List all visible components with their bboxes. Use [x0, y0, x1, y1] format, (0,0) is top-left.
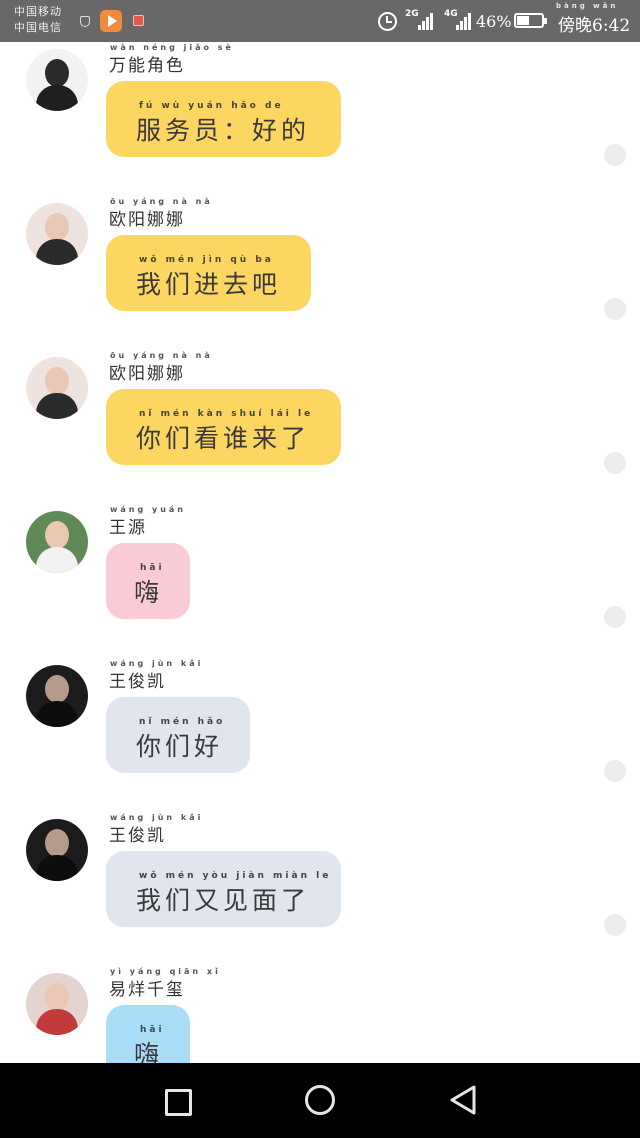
battery-icon	[514, 13, 547, 28]
message-bubble[interactable]: hāi 嗨	[106, 543, 190, 619]
carrier-labels: 中国移动 中国电信	[14, 4, 62, 36]
message-bubble[interactable]: nǐ mén hǎo 你们好	[106, 697, 250, 773]
sender-name: 王源	[109, 518, 147, 538]
app-notification-icon	[133, 15, 144, 26]
message-text: 服务员：好的	[136, 116, 311, 145]
message-text: 嗨	[134, 1040, 164, 1063]
message-pinyin: hāi	[140, 563, 165, 573]
message-text: 你们好	[136, 732, 224, 761]
sender-name: 万能角色	[109, 56, 185, 76]
message-text: 嗨	[134, 578, 164, 607]
sender-name: 王俊凯	[109, 826, 166, 846]
avatar[interactable]	[26, 665, 88, 727]
message-bubble[interactable]: nǐ mén kàn shuí lái le 你们看谁来了	[106, 389, 341, 465]
avatar[interactable]	[26, 203, 88, 265]
carrier-1-label: 中国移动	[14, 5, 62, 18]
recent-apps-icon[interactable]	[165, 1089, 192, 1116]
avatar[interactable]	[26, 973, 88, 1035]
carrier-2-label: 中国电信	[14, 21, 62, 34]
battery-percentage: 46%	[476, 12, 512, 31]
chat-message-list[interactable]: wàn néng jiǎo sè 万能角色 fú wù yuán hǎo de …	[0, 42, 640, 1063]
message-bubble[interactable]: wǒ mén yòu jiàn miàn le 我们又见面了	[106, 851, 341, 927]
sender-name: 欧阳娜娜	[109, 364, 185, 384]
sender-name: 欧阳娜娜	[109, 210, 185, 230]
message-text: 我们又见面了	[136, 886, 311, 915]
sender-name: 王俊凯	[109, 672, 166, 692]
message-pinyin: nǐ mén hǎo	[139, 717, 226, 727]
message-select-dot[interactable]	[604, 760, 626, 782]
message-select-dot[interactable]	[604, 452, 626, 474]
message-pinyin: nǐ mén kàn shuí lái le	[139, 409, 314, 419]
message-pinyin: wǒ mén jìn qù ba	[139, 255, 274, 265]
signal-strength-icon	[418, 12, 438, 30]
message-pinyin: fú wù yuán hǎo de	[139, 101, 284, 111]
clock-pinyin: bàng wǎn	[556, 2, 619, 10]
network-type-1: 2G	[405, 9, 419, 19]
message-bubble[interactable]: wǒ mén jìn qù ba 我们进去吧	[106, 235, 311, 311]
message-text: 你们看谁来了	[136, 424, 311, 453]
message-pinyin: wǒ mén yòu jiàn miàn le	[139, 871, 332, 881]
message-select-dot[interactable]	[604, 606, 626, 628]
sender-name: 易烊千玺	[109, 980, 185, 1000]
back-icon[interactable]	[448, 1084, 478, 1116]
signal-strength-icon	[456, 12, 476, 30]
navigation-bar	[0, 1063, 640, 1138]
clock-time: 傍晚6:42	[558, 16, 631, 36]
avatar[interactable]	[26, 511, 88, 573]
status-bar: 中国移动 中国电信 2G 4G 46% bàng wǎn 傍晚6:42	[0, 0, 640, 42]
message-pinyin: hāi	[140, 1025, 165, 1035]
video-app-notification-icon	[100, 10, 122, 32]
message-select-dot[interactable]	[604, 144, 626, 166]
message-bubble[interactable]: fú wù yuán hǎo de 服务员：好的	[106, 81, 341, 157]
shield-icon	[80, 16, 90, 27]
avatar[interactable]	[26, 819, 88, 881]
alarm-clock-icon	[378, 12, 397, 31]
avatar[interactable]	[26, 49, 88, 111]
message-bubble[interactable]: hāi 嗨	[106, 1005, 190, 1063]
avatar[interactable]	[26, 357, 88, 419]
message-text: 我们进去吧	[136, 270, 282, 299]
message-select-dot[interactable]	[604, 914, 626, 936]
message-select-dot[interactable]	[604, 298, 626, 320]
home-icon[interactable]	[305, 1085, 335, 1115]
